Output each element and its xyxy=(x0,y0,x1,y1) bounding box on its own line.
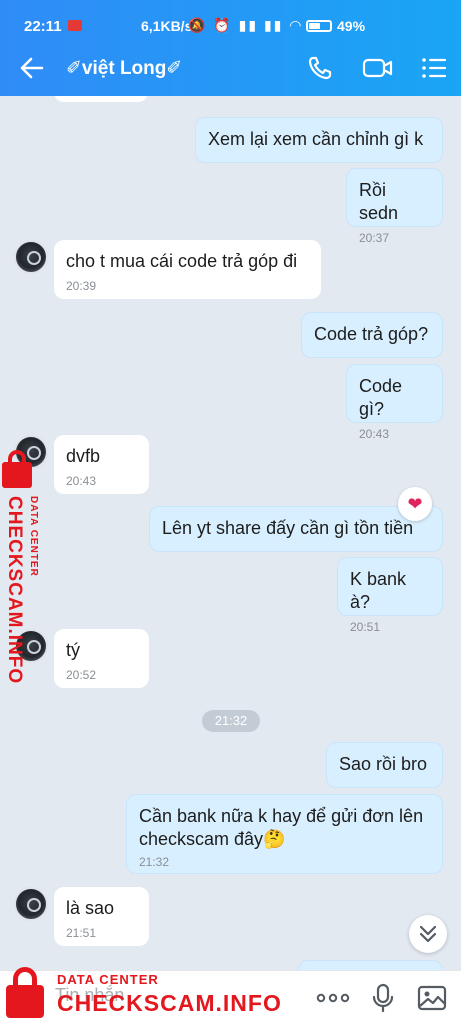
message-text: Code trả góp? xyxy=(314,324,429,344)
message-time: 20:39 xyxy=(66,279,97,293)
message-bubble[interactable]: dvfb 20:43 xyxy=(54,435,149,494)
message-bubble[interactable]: K bank à? 20:51 xyxy=(337,557,443,634)
contact-avatar[interactable] xyxy=(14,240,48,274)
message-time: 21:32 xyxy=(139,855,170,869)
partial-message-bubble xyxy=(298,960,443,970)
video-call-icon[interactable] xyxy=(362,54,394,82)
status-icons: 🔕 ⏰ ▮▮ ▮▮ ◠ xyxy=(188,17,304,33)
network-speed: 6,1KB/s xyxy=(141,18,193,34)
partial-message-bubble xyxy=(54,96,148,102)
message-bubble[interactable]: Lên yt share đấy cần gì tồn tiền xyxy=(149,506,443,552)
battery-icon xyxy=(306,20,332,32)
image-gallery-icon[interactable] xyxy=(417,983,447,1013)
message-bubble[interactable]: cho t mua cái code trả góp đi 20:39 xyxy=(54,240,321,299)
lock-icon xyxy=(6,985,44,1018)
message-text: Sao rồi bro xyxy=(339,754,428,774)
message-text: dvfb xyxy=(66,446,101,466)
message-text: Cần bank nữa k hay để gửi đơn lên checks… xyxy=(139,806,424,849)
contact-avatar[interactable] xyxy=(14,887,48,921)
app-notification-icon xyxy=(68,20,82,31)
message-bubble[interactable]: Cần bank nữa k hay để gửi đơn lên checks… xyxy=(126,794,443,874)
message-time: 20:51 xyxy=(350,620,381,634)
message-bubble[interactable]: Code gì? 20:43 xyxy=(346,364,443,441)
message-text: là sao xyxy=(66,898,115,918)
message-text: Code gì? xyxy=(359,376,403,419)
watermark-tagline: DATA CENTER xyxy=(28,496,39,577)
message-bubble[interactable]: tý 20:52 xyxy=(54,629,149,688)
watermark-brand: CHECKSCAM.INFO xyxy=(57,990,282,1016)
message-bubble[interactable]: Sao rồi bro xyxy=(326,742,443,788)
microphone-icon[interactable] xyxy=(368,983,398,1013)
status-time: 22:11 xyxy=(24,18,62,35)
contact-name[interactable]: ✐việt Long✐ xyxy=(66,57,182,80)
message-text: tý xyxy=(66,640,81,660)
menu-list-icon[interactable] xyxy=(420,54,448,82)
message-time: 20:43 xyxy=(359,427,390,441)
message-text: Rồi sedn xyxy=(359,180,399,223)
message-time: 21:51 xyxy=(66,926,97,940)
double-chevron-down-icon xyxy=(419,925,437,943)
message-text: Xem lại xem cần chỉnh gì k xyxy=(208,129,424,149)
more-options-icon[interactable] xyxy=(315,983,351,1013)
back-arrow-icon[interactable] xyxy=(18,54,46,82)
time-separator: 21:32 xyxy=(202,710,260,732)
watermark-tagline: DATA CENTER xyxy=(57,972,159,987)
watermark-vertical: CHECKSCAM.INFO DATA CENTER xyxy=(0,450,62,685)
message-time: 20:43 xyxy=(66,474,97,488)
phone-call-icon[interactable] xyxy=(306,54,334,82)
status-bar: 22:11 6,1KB/s 🔕 ⏰ ▮▮ ▮▮ ◠ 49% xyxy=(0,0,461,36)
lock-icon xyxy=(2,462,32,488)
battery-percent: 49% xyxy=(337,18,366,34)
message-time: 20:52 xyxy=(66,668,97,682)
message-list[interactable]: Xem lại xem cần chỉnh gì k Rồi sedn 20:3… xyxy=(0,96,461,970)
watermark-brand: CHECKSCAM.INFO xyxy=(4,496,25,685)
message-text: K bank à? xyxy=(350,569,407,612)
chat-header: ✐việt Long✐ xyxy=(0,40,461,96)
message-bubble[interactable]: là sao 21:51 xyxy=(54,887,149,946)
message-bubble[interactable]: Xem lại xem cần chỉnh gì k xyxy=(195,117,443,163)
watermark-horizontal: DATA CENTER CHECKSCAM.INFO xyxy=(0,963,290,1024)
message-text: Lên yt share đấy cần gì tồn tiền xyxy=(162,518,414,538)
heart-reaction-icon[interactable]: ❤ xyxy=(398,487,432,521)
scroll-to-bottom-button[interactable] xyxy=(409,915,447,953)
message-bubble[interactable]: Code trả góp? xyxy=(301,312,443,358)
message-bubble[interactable]: Rồi sedn 20:37 xyxy=(346,168,443,245)
message-text: cho t mua cái code trả góp đi xyxy=(66,251,298,271)
message-time: 20:37 xyxy=(359,231,390,245)
